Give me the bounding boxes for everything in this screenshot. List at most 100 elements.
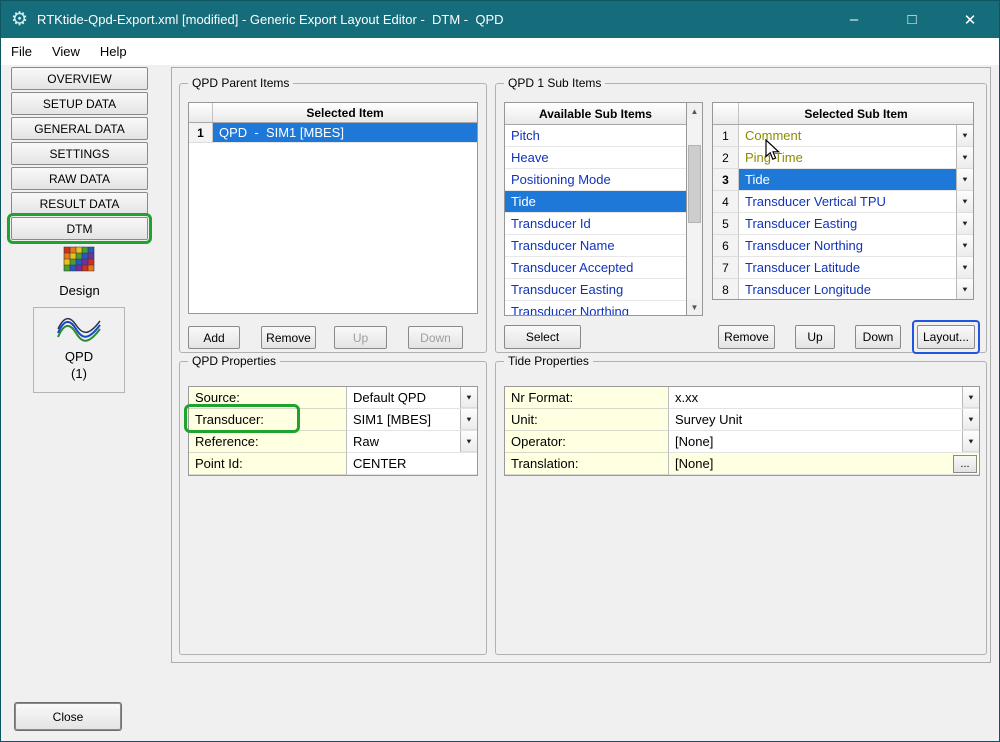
group-title: QPD Parent Items: [188, 76, 293, 90]
source-select[interactable]: Default QPD ▼: [347, 387, 477, 409]
sub-item-value[interactable]: Transducer Latitude: [739, 257, 956, 279]
dropdown-arrow-icon[interactable]: ▼: [460, 431, 477, 452]
sidebar-button-setup-data[interactable]: SETUP DATA: [11, 92, 148, 115]
sub-item-value[interactable]: Transducer Northing: [739, 235, 956, 257]
nr-format-select[interactable]: x.xx ▼: [669, 387, 979, 409]
available-item-transducer-accepted[interactable]: Transducer Accepted: [505, 257, 686, 279]
available-item-pitch[interactable]: Pitch: [505, 125, 686, 147]
dropdown-arrow-icon[interactable]: ▼: [962, 431, 979, 452]
down-parent-button: Down: [408, 326, 463, 349]
remove-sub-button[interactable]: Remove: [718, 325, 775, 349]
sub-item-value[interactable]: Transducer Easting: [739, 213, 956, 235]
sidebar-button-general-data[interactable]: GENERAL DATA: [11, 117, 148, 140]
qpd-file-item[interactable]: QPD (1): [33, 307, 125, 393]
dropdown-arrow-icon[interactable]: ▼: [460, 387, 477, 408]
translation-ellipsis-button[interactable]: ...: [953, 455, 977, 473]
operator-label: Operator:: [505, 431, 669, 453]
sub-item-row[interactable]: 6 Transducer Northing ▼: [713, 235, 973, 257]
menu-file[interactable]: File: [1, 38, 42, 65]
minimize-button[interactable]: –: [825, 1, 883, 38]
up-parent-button: Up: [334, 326, 387, 349]
menubar: File View Help: [1, 38, 999, 65]
dropdown-arrow-icon[interactable]: ▼: [460, 409, 477, 430]
group-qpd-properties: QPD Properties Source: Default QPD ▼ Tra…: [179, 361, 487, 655]
sub-item-value[interactable]: Tide: [739, 169, 956, 191]
remove-parent-button[interactable]: Remove: [261, 326, 316, 349]
sidebar-button-overview[interactable]: OVERVIEW: [11, 67, 148, 90]
translation-label: Translation:: [505, 453, 669, 475]
sub-item-row[interactable]: 2 Ping Time ▼: [713, 147, 973, 169]
sub-item-value[interactable]: Transducer Vertical TPU: [739, 191, 956, 213]
row-number: 1: [713, 125, 739, 147]
menu-view[interactable]: View: [42, 38, 90, 65]
selected-sub-item-header: Selected Sub Item: [739, 103, 973, 124]
property-row-nr-format: Nr Format: x.xx ▼: [505, 387, 979, 409]
add-button[interactable]: Add: [188, 326, 240, 349]
unit-select[interactable]: Survey Unit ▼: [669, 409, 979, 431]
reference-select[interactable]: Raw ▼: [347, 431, 477, 453]
sidebar-button-raw-data[interactable]: RAW DATA: [11, 167, 148, 190]
dropdown-arrow-icon[interactable]: ▼: [956, 125, 973, 147]
dropdown-arrow-icon[interactable]: ▼: [956, 235, 973, 257]
selected-item-header: Selected Item: [213, 103, 477, 122]
maximize-button[interactable]: □: [883, 1, 941, 38]
dropdown-arrow-icon[interactable]: ▼: [956, 147, 973, 169]
row-number-header: [713, 103, 739, 124]
menu-help[interactable]: Help: [90, 38, 137, 65]
property-row-reference: Reference: Raw ▼: [189, 431, 477, 453]
available-item-transducer-easting[interactable]: Transducer Easting: [505, 279, 686, 301]
close-button[interactable]: Close: [15, 703, 121, 730]
sub-item-row[interactable]: 4 Transducer Vertical TPU ▼: [713, 191, 973, 213]
dropdown-arrow-icon[interactable]: ▼: [956, 279, 973, 300]
mouse-cursor-icon: [763, 139, 783, 161]
close-window-button[interactable]: ✕: [941, 1, 999, 38]
available-sub-items-list: Available Sub Items Pitch Heave Position…: [504, 102, 687, 316]
available-list-scrollbar[interactable]: ▲ ▼: [686, 102, 703, 316]
parent-item-row[interactable]: 1 QPD - SIM1 [MBES]: [189, 123, 477, 143]
dropdown-arrow-icon[interactable]: ▼: [956, 213, 973, 235]
tide-properties-grid: Nr Format: x.xx ▼ Unit: Survey Unit ▼ Op…: [504, 386, 980, 476]
transducer-value: SIM1 [MBES]: [347, 412, 460, 427]
parent-table-header: Selected Item: [189, 103, 477, 123]
sub-item-value[interactable]: Transducer Longitude: [739, 279, 956, 300]
operator-select[interactable]: [None] ▼: [669, 431, 979, 453]
sub-item-row[interactable]: 5 Transducer Easting ▼: [713, 213, 973, 235]
sub-item-row-selected[interactable]: 3 Tide ▼: [713, 169, 973, 191]
point-id-field[interactable]: CENTER: [347, 453, 477, 475]
selected-sub-items-table: Selected Sub Item 1 Comment ▼ 2 Ping Tim…: [712, 102, 974, 300]
window-controls: – □ ✕: [825, 1, 999, 38]
group-title: QPD Properties: [188, 354, 280, 368]
sidebar-button-result-data[interactable]: RESULT DATA: [11, 192, 148, 215]
available-item-positioning-mode[interactable]: Positioning Mode: [505, 169, 686, 191]
transducer-select[interactable]: SIM1 [MBES] ▼: [347, 409, 477, 431]
scrollbar-thumb[interactable]: [688, 145, 701, 223]
available-item-transducer-northing[interactable]: Transducer Northing: [505, 301, 686, 316]
dropdown-arrow-icon[interactable]: ▼: [962, 387, 979, 408]
parent-item-value[interactable]: QPD - SIM1 [MBES]: [213, 123, 477, 143]
available-item-transducer-name[interactable]: Transducer Name: [505, 235, 686, 257]
design-label[interactable]: Design: [11, 283, 148, 298]
sub-item-row[interactable]: 1 Comment ▼: [713, 125, 973, 147]
available-item-heave[interactable]: Heave: [505, 147, 686, 169]
available-item-transducer-id[interactable]: Transducer Id: [505, 213, 686, 235]
group-tide-properties: Tide Properties Nr Format: x.xx ▼ Unit: …: [495, 361, 987, 655]
down-sub-button[interactable]: Down: [855, 325, 901, 349]
dropdown-arrow-icon[interactable]: ▼: [956, 191, 973, 213]
up-sub-button[interactable]: Up: [795, 325, 835, 349]
sub-item-row[interactable]: 8 Transducer Longitude ▼: [713, 279, 973, 300]
row-number: 4: [713, 191, 739, 213]
design-dtm-icon[interactable]: [63, 245, 95, 279]
dropdown-arrow-icon[interactable]: ▼: [956, 169, 973, 191]
property-row-operator: Operator: [None] ▼: [505, 431, 979, 453]
scroll-up-icon[interactable]: ▲: [687, 103, 702, 119]
available-item-tide[interactable]: Tide: [505, 191, 686, 213]
sidebar-button-settings[interactable]: SETTINGS: [11, 142, 148, 165]
sub-item-row[interactable]: 7 Transducer Latitude ▼: [713, 257, 973, 279]
dropdown-arrow-icon[interactable]: ▼: [962, 409, 979, 430]
scroll-down-icon[interactable]: ▼: [687, 299, 702, 315]
select-button[interactable]: Select: [504, 325, 581, 349]
property-row-translation: Translation: [None] ...: [505, 453, 979, 475]
dropdown-arrow-icon[interactable]: ▼: [956, 257, 973, 279]
row-number: 7: [713, 257, 739, 279]
translation-field[interactable]: [None] ...: [669, 453, 979, 475]
